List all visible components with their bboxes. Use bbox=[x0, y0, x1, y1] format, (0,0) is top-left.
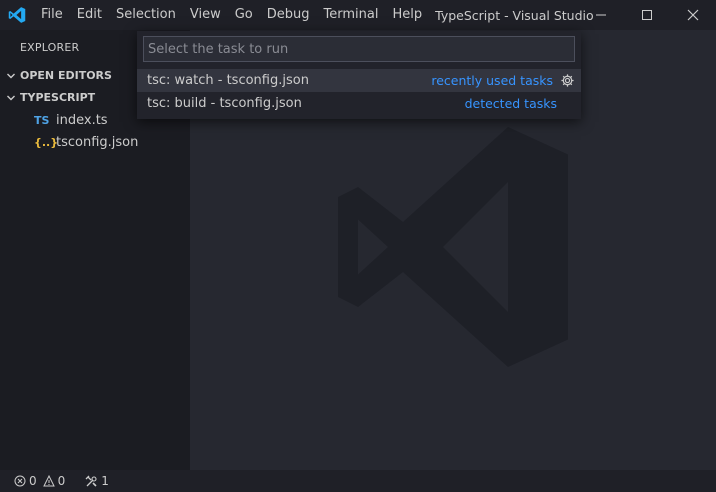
warning-icon bbox=[42, 475, 55, 487]
menu-bar: File Edit Selection View Go Debug Termin… bbox=[34, 0, 429, 30]
file-name: tsconfig.json bbox=[56, 134, 139, 150]
window-title: TypeScript - Visual Studio C... bbox=[435, 7, 594, 23]
menu-debug[interactable]: Debug bbox=[260, 0, 317, 30]
task-label: tsc: build - tsconfig.json bbox=[147, 96, 302, 111]
vscode-watermark-icon bbox=[338, 127, 568, 367]
menu-selection[interactable]: Selection bbox=[109, 0, 183, 30]
status-bar: 0 0 1 bbox=[0, 470, 716, 492]
task-search-input[interactable] bbox=[143, 36, 575, 62]
menu-file[interactable]: File bbox=[34, 0, 70, 30]
menu-edit[interactable]: Edit bbox=[70, 0, 109, 30]
section-label: TYPESCRIPT bbox=[20, 91, 96, 104]
tools-indicator[interactable]: 1 bbox=[85, 474, 115, 488]
vscode-logo-icon bbox=[0, 0, 34, 30]
close-icon bbox=[687, 9, 699, 21]
task-label: tsc: watch - tsconfig.json bbox=[147, 73, 309, 88]
error-icon bbox=[14, 475, 26, 487]
menu-terminal[interactable]: Terminal bbox=[317, 0, 386, 30]
task-group-label: recently used tasks bbox=[431, 73, 553, 88]
tools-count: 1 bbox=[101, 474, 109, 488]
menu-help[interactable]: Help bbox=[385, 0, 429, 30]
task-item-watch[interactable]: tsc: watch - tsconfig.json recently used… bbox=[137, 69, 581, 92]
task-item-build[interactable]: tsc: build - tsconfig.json detected task… bbox=[137, 92, 581, 115]
title-bar: File Edit Selection View Go Debug Termin… bbox=[0, 0, 716, 30]
maximize-button[interactable] bbox=[624, 0, 670, 30]
window-controls bbox=[578, 0, 716, 30]
file-tsconfig-json[interactable]: {..} tsconfig.json bbox=[0, 131, 190, 153]
section-label: OPEN EDITORS bbox=[20, 69, 112, 82]
task-quick-pick: tsc: watch - tsconfig.json recently used… bbox=[137, 31, 581, 119]
typescript-file-icon: TS bbox=[34, 113, 50, 127]
gear-icon[interactable] bbox=[557, 69, 577, 92]
warning-count: 0 bbox=[57, 474, 66, 488]
json-file-icon: {..} bbox=[34, 135, 59, 149]
tools-icon bbox=[85, 475, 97, 487]
minimize-button[interactable] bbox=[578, 0, 624, 30]
error-count: 0 bbox=[29, 474, 37, 488]
chevron-down-icon bbox=[6, 93, 20, 103]
menu-view[interactable]: View bbox=[183, 0, 228, 30]
close-button[interactable] bbox=[670, 0, 716, 30]
maximize-icon bbox=[642, 10, 652, 20]
problems-indicator[interactable]: 0 0 bbox=[14, 474, 71, 488]
menu-go[interactable]: Go bbox=[228, 0, 260, 30]
vscode-window: File Edit Selection View Go Debug Termin… bbox=[0, 0, 716, 492]
minimize-icon bbox=[596, 14, 606, 16]
file-name: index.ts bbox=[56, 112, 108, 128]
task-group-label: detected tasks bbox=[464, 96, 557, 111]
chevron-down-icon bbox=[6, 71, 20, 81]
